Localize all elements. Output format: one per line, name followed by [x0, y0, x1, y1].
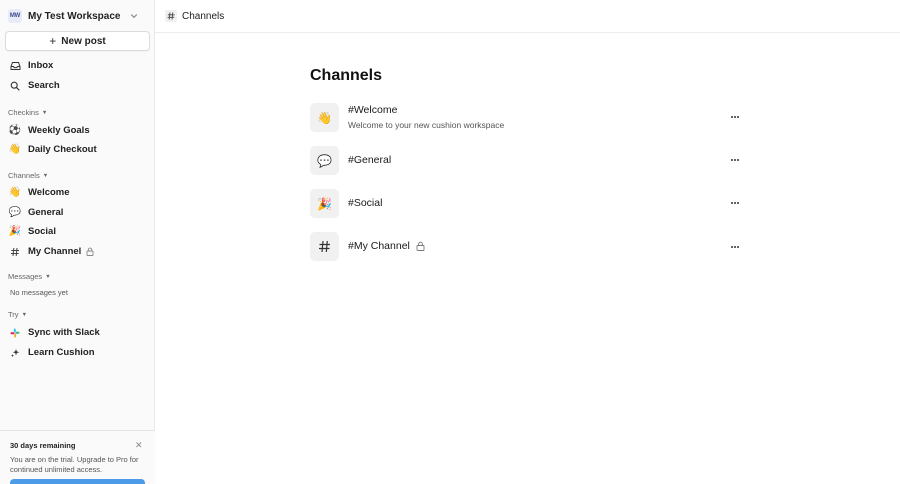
- section-header-label: Messages: [8, 272, 43, 281]
- sidebar-item-search[interactable]: Search: [5, 76, 150, 95]
- caret-down-icon: ▼: [21, 311, 28, 318]
- waving-hand-icon: 👋: [310, 103, 339, 132]
- caret-down-icon: ▼: [42, 172, 49, 179]
- channel-row-welcome[interactable]: 👋 #Welcome Welcome to your new cushion w…: [310, 103, 740, 133]
- sidebar-item-label: Weekly Goals: [28, 125, 90, 136]
- sidebar-item-general[interactable]: 💬 General: [5, 203, 150, 222]
- sidebar-item-label: My Channel: [28, 246, 82, 257]
- hash-icon: [310, 232, 339, 261]
- messages-section-header[interactable]: Messages ▼: [8, 272, 51, 281]
- sidebar-item-label: Learn Cushion: [28, 347, 95, 358]
- workspace-name: My Test Workspace: [28, 10, 121, 22]
- more-options-icon[interactable]: [728, 110, 742, 124]
- speech-bubble-icon: 💬: [310, 146, 339, 175]
- section-header-label: Try: [8, 310, 19, 319]
- inbox-icon: [9, 60, 21, 72]
- sparkles-icon: [9, 347, 21, 359]
- more-options-icon[interactable]: [728, 196, 742, 210]
- sidebar-item-label: Welcome: [28, 187, 70, 198]
- caret-down-icon: ▼: [45, 273, 51, 280]
- hash-icon: [9, 246, 21, 258]
- workspace-switcher[interactable]: MW My Test Workspace: [8, 7, 148, 25]
- section-header-label: Channels: [8, 171, 40, 180]
- waving-hand-icon: 👋: [8, 144, 22, 155]
- sidebar-item-social[interactable]: 🎉 Social: [5, 222, 150, 241]
- page-title: Channels: [310, 67, 383, 84]
- channel-name: #Social: [348, 197, 383, 209]
- new-post-label: New post: [61, 35, 106, 47]
- sidebar-item-sync-with-slack[interactable]: Sync with Slack: [5, 323, 150, 342]
- no-messages-text: No messages yet: [10, 288, 68, 297]
- breadcrumb-title: Channels: [182, 10, 225, 22]
- party-popper-icon: 🎉: [310, 189, 339, 218]
- section-header-label: Checkins: [8, 108, 39, 117]
- sidebar-item-daily-checkout[interactable]: 👋 Daily Checkout: [5, 140, 150, 159]
- caret-down-icon: ▼: [41, 109, 48, 116]
- sidebar-item-my-channel[interactable]: My Channel: [5, 242, 150, 261]
- soccer-ball-icon: ⚽: [8, 125, 22, 136]
- lock-icon: [416, 241, 425, 251]
- upgrade-button[interactable]: [10, 479, 145, 484]
- chevron-down-icon: [131, 14, 138, 19]
- sidebar-item-learn-cushion[interactable]: Learn Cushion: [5, 343, 150, 362]
- try-section-header[interactable]: Try ▼: [8, 310, 27, 319]
- more-options-icon[interactable]: [728, 240, 742, 254]
- channel-name: #My Channel: [348, 240, 410, 252]
- channel-name-wrap: #My Channel: [348, 240, 425, 252]
- sidebar-item-label: Search: [28, 80, 60, 91]
- slack-icon: [9, 327, 21, 339]
- sidebar: MW My Test Workspace + New post Inbox Se…: [0, 0, 155, 484]
- sidebar-item-welcome[interactable]: 👋 Welcome: [5, 183, 150, 202]
- trial-banner: 30 days remaining ✕ You are on the trial…: [0, 430, 155, 484]
- lock-icon: [86, 247, 94, 256]
- sidebar-item-label: Inbox: [28, 60, 54, 71]
- more-options-icon[interactable]: [728, 153, 742, 167]
- channel-description: Welcome to your new cushion workspace: [348, 120, 505, 130]
- party-popper-icon: 🎉: [8, 226, 22, 237]
- sidebar-item-label: Social: [28, 226, 56, 237]
- speech-bubble-icon: 💬: [8, 207, 22, 218]
- channel-row-social[interactable]: 🎉 #Social: [310, 189, 740, 219]
- channel-name: #General: [348, 154, 392, 166]
- sidebar-item-label: General: [28, 207, 64, 218]
- channel-name: #Welcome: [348, 104, 398, 116]
- waving-hand-icon: 👋: [8, 187, 22, 198]
- top-bar: Channels: [155, 0, 900, 33]
- sidebar-item-weekly-goals[interactable]: ⚽ Weekly Goals: [5, 121, 150, 140]
- main-content: Channels Channels 👋 #Welcome Welcome to …: [155, 0, 900, 484]
- channel-row-my-channel[interactable]: #My Channel: [310, 232, 740, 262]
- trial-title: 30 days remaining: [10, 441, 76, 450]
- search-icon: [9, 80, 21, 92]
- checkins-section-header[interactable]: Checkins ▼: [8, 108, 47, 117]
- workspace-avatar: MW: [8, 9, 22, 23]
- sidebar-item-label: Sync with Slack: [28, 327, 100, 338]
- sidebar-item-inbox[interactable]: Inbox: [5, 56, 150, 75]
- close-icon[interactable]: ✕: [135, 440, 143, 451]
- hash-icon: [165, 10, 177, 22]
- channels-section-header[interactable]: Channels ▼: [8, 171, 48, 180]
- new-post-button[interactable]: + New post: [5, 31, 150, 51]
- trial-body-text: You are on the trial. Upgrade to Pro for…: [10, 455, 139, 474]
- sidebar-item-label: Daily Checkout: [28, 144, 97, 155]
- channel-row-general[interactable]: 💬 #General: [310, 146, 740, 176]
- plus-icon: +: [49, 34, 57, 48]
